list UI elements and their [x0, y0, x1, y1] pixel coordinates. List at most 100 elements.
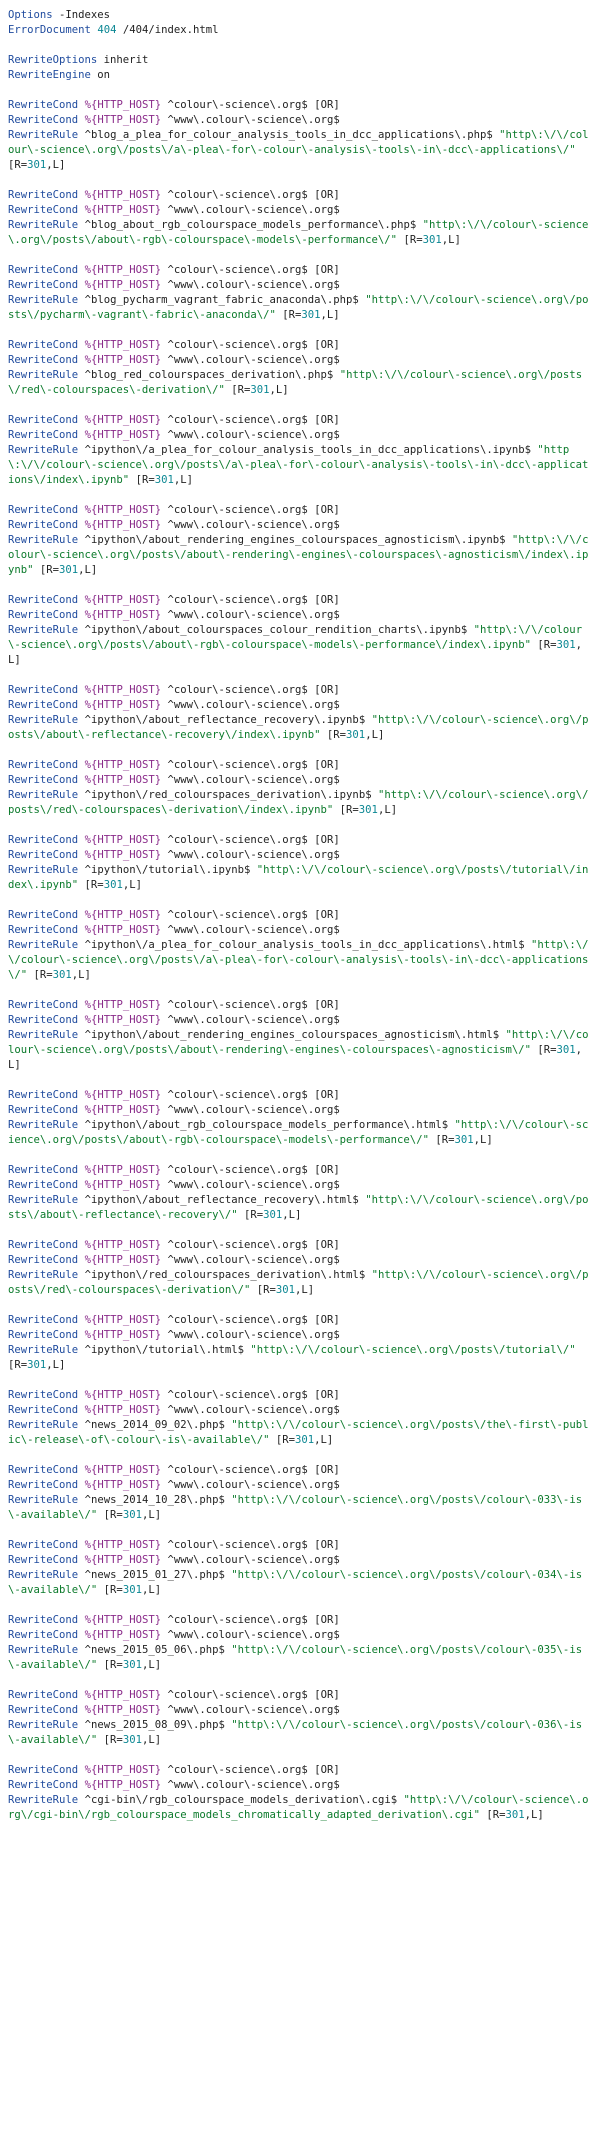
rewrite-cond-keyword: RewriteCond — [8, 1104, 79, 1116]
rewrite-rule-line: RewriteRule ^ipython\/about_reflectance_… — [8, 1194, 589, 1221]
redirect-code: 301 — [556, 1044, 576, 1056]
rule-pattern: ^ipython\/about_colourspaces_colour_rend… — [84, 624, 468, 636]
rewrite-cond-line: RewriteCond %{HTTP_HOST} ^colour\-scienc… — [8, 1163, 592, 1178]
redirect-code: 301 — [122, 1734, 142, 1746]
rewrite-cond-line: RewriteCond %{HTTP_HOST} ^colour\-scienc… — [8, 188, 592, 203]
rewrite-cond-line: RewriteCond %{HTTP_HOST} ^www\.colour\-s… — [8, 1703, 592, 1718]
directive-keyword: ErrorDocument — [8, 24, 91, 36]
rule-pattern: ^ipython\/tutorial\.html$ — [84, 1344, 245, 1356]
rewrite-cond-line: RewriteCond %{HTTP_HOST} ^colour\-scienc… — [8, 1613, 592, 1628]
http-host-variable: %{HTTP_HOST} — [84, 849, 162, 861]
cond-flag: [OR] — [314, 1089, 340, 1101]
rule-pattern: ^ipython\/a_plea_for_colour_analysis_too… — [84, 939, 525, 951]
rewrite-cond-line: RewriteCond %{HTTP_HOST} ^www\.colour\-s… — [8, 278, 592, 293]
rule-pattern: ^news_2014_09_02\.php$ — [84, 1419, 225, 1431]
cond-pattern: ^www\.colour\-science\.org$ — [167, 519, 340, 531]
cond-pattern: ^www\.colour\-science\.org$ — [167, 1329, 340, 1341]
rewrite-rule-line: RewriteRule ^ipython\/red_colourspaces_d… — [8, 789, 589, 816]
http-host-variable: %{HTTP_HOST} — [84, 1464, 162, 1476]
rewrite-rule-keyword: RewriteRule — [8, 534, 79, 546]
directive-keyword: Options — [8, 9, 53, 21]
rewrite-cond-line: RewriteCond %{HTTP_HOST} ^www\.colour\-s… — [8, 353, 592, 368]
cond-flag: [OR] — [314, 1464, 340, 1476]
cond-pattern: ^www\.colour\-science\.org$ — [167, 114, 340, 126]
rewrite-cond-line: RewriteCond %{HTTP_HOST} ^colour\-scienc… — [8, 1313, 592, 1328]
http-host-variable: %{HTTP_HOST} — [84, 609, 162, 621]
cond-pattern: ^colour\-science\.org$ — [167, 1239, 308, 1251]
cond-pattern: ^colour\-science\.org$ — [167, 1389, 308, 1401]
rewrite-cond-line: RewriteCond %{HTTP_HOST} ^www\.colour\-s… — [8, 1013, 592, 1028]
http-host-variable: %{HTTP_HOST} — [84, 699, 162, 711]
rewrite-cond-keyword: RewriteCond — [8, 1164, 79, 1176]
http-host-variable: %{HTTP_HOST} — [84, 354, 162, 366]
directive-line: RewriteOptions inherit — [8, 53, 592, 68]
http-host-variable: %{HTTP_HOST} — [84, 1179, 162, 1191]
cond-pattern: ^colour\-science\.org$ — [167, 909, 308, 921]
cond-pattern: ^www\.colour\-science\.org$ — [167, 1014, 340, 1026]
cond-pattern: ^www\.colour\-science\.org$ — [167, 774, 340, 786]
http-host-variable: %{HTTP_HOST} — [84, 1764, 162, 1776]
rewrite-cond-line: RewriteCond %{HTTP_HOST} ^colour\-scienc… — [8, 1463, 592, 1478]
cond-flag: [OR] — [314, 1164, 340, 1176]
http-host-variable: %{HTTP_HOST} — [84, 684, 162, 696]
redirect-code: 301 — [250, 384, 270, 396]
rewrite-rule-keyword: RewriteRule — [8, 1344, 79, 1356]
http-host-variable: %{HTTP_HOST} — [84, 504, 162, 516]
http-host-variable: %{HTTP_HOST} — [84, 1329, 162, 1341]
rewrite-rule-line: RewriteRule ^ipython\/tutorial\.html$ "h… — [8, 1344, 583, 1371]
rewrite-cond-keyword: RewriteCond — [8, 1239, 79, 1251]
rewrite-cond-line: RewriteCond %{HTTP_HOST} ^www\.colour\-s… — [8, 1328, 592, 1343]
rewrite-rule-keyword: RewriteRule — [8, 1119, 79, 1131]
rewrite-rule-line: RewriteRule ^ipython\/red_colourspaces_d… — [8, 1269, 589, 1296]
cond-pattern: ^www\.colour\-science\.org$ — [167, 1629, 340, 1641]
redirect-code: 301 — [122, 1659, 142, 1671]
http-host-variable: %{HTTP_HOST} — [84, 264, 162, 276]
rule-pattern: ^ipython\/red_colourspaces_derivation\.h… — [84, 1269, 366, 1281]
rewrite-cond-line: RewriteCond %{HTTP_HOST} ^www\.colour\-s… — [8, 698, 592, 713]
directive-value: on — [90, 69, 111, 81]
cond-pattern: ^www\.colour\-science\.org$ — [167, 1479, 340, 1491]
rewrite-cond-keyword: RewriteCond — [8, 189, 79, 201]
rewrite-cond-keyword: RewriteCond — [8, 999, 79, 1011]
http-host-variable: %{HTTP_HOST} — [84, 1014, 162, 1026]
rewrite-cond-keyword: RewriteCond — [8, 1254, 79, 1266]
cond-flag: [OR] — [314, 1614, 340, 1626]
rule-pattern: ^cgi-bin\/rgb_colourspace_models_derivat… — [84, 1794, 398, 1806]
rewrite-cond-line: RewriteCond %{HTTP_HOST} ^colour\-scienc… — [8, 908, 592, 923]
cond-flag: [OR] — [314, 1389, 340, 1401]
rule-pattern: ^ipython\/a_plea_for_colour_analysis_too… — [84, 444, 532, 456]
http-host-variable: %{HTTP_HOST} — [84, 339, 162, 351]
directive-value: -Indexes — [52, 9, 111, 21]
cond-pattern: ^colour\-science\.org$ — [167, 504, 308, 516]
http-host-variable: %{HTTP_HOST} — [84, 1779, 162, 1791]
cond-flag: [OR] — [314, 504, 340, 516]
htaccess-code-block: Options -Indexes ErrorDocument 404 /404/i… — [0, 0, 600, 1823]
redirect-code: 301 — [556, 639, 576, 651]
rewrite-rule-keyword: RewriteRule — [8, 369, 79, 381]
rewrite-cond-keyword: RewriteCond — [8, 279, 79, 291]
rewrite-cond-line: RewriteCond %{HTTP_HOST} ^colour\-scienc… — [8, 1238, 592, 1253]
cond-pattern: ^colour\-science\.org$ — [167, 1764, 308, 1776]
directive-keyword: RewriteOptions — [8, 54, 98, 66]
rewrite-cond-keyword: RewriteCond — [8, 909, 79, 921]
rewrite-rule-line: RewriteRule ^ipython\/tutorial\.ipynb$ "… — [8, 864, 589, 891]
rewrite-rule-line: RewriteRule ^cgi-bin\/rgb_colourspace_mo… — [8, 1794, 589, 1821]
cond-pattern: ^colour\-science\.org$ — [167, 99, 308, 111]
cond-pattern: ^colour\-science\.org$ — [167, 1089, 308, 1101]
rewrite-rule-keyword: RewriteRule — [8, 789, 79, 801]
rewrite-cond-keyword: RewriteCond — [8, 99, 79, 111]
cond-pattern: ^colour\-science\.org$ — [167, 339, 308, 351]
directive-line: RewriteEngine on — [8, 68, 592, 83]
